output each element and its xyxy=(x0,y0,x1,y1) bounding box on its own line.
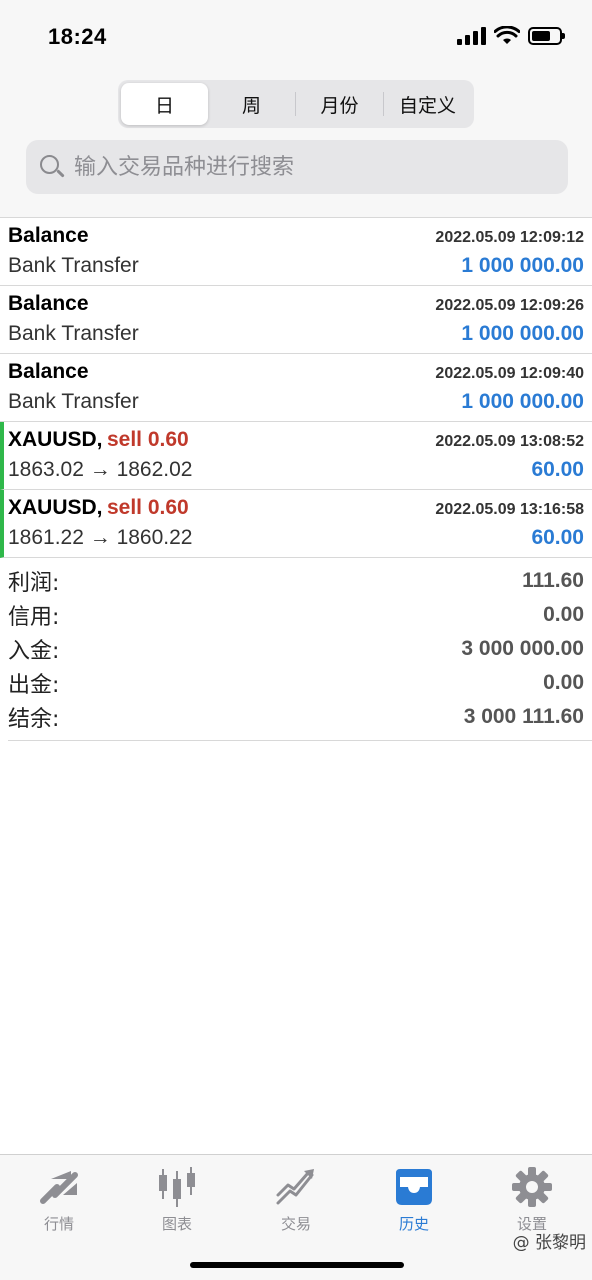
trade-symbol: XAUUSD, xyxy=(8,496,103,519)
deal-time: 2022.05.09 12:09:40 xyxy=(435,365,584,382)
status-icons xyxy=(457,26,565,46)
trade-profit: 60.00 xyxy=(531,526,584,549)
trade-profit: 60.00 xyxy=(531,458,584,481)
summary-value: 3 000 111.60 xyxy=(463,705,584,728)
deal-time: 2022.05.09 13:16:58 xyxy=(435,501,584,518)
summary-value: 111.60 xyxy=(522,569,584,592)
trade-row[interactable]: XAUUSD, sell 0.60 2022.05.09 13:08:52 18… xyxy=(0,422,592,490)
trade-symbol: XAUUSD, xyxy=(8,428,103,451)
summary-label: 信用: xyxy=(8,605,60,630)
home-indicator xyxy=(190,1262,404,1268)
tab-settings[interactable]: 设置 xyxy=(492,1165,572,1234)
segment-day[interactable]: 日 xyxy=(121,83,208,125)
candlestick-chart-icon xyxy=(159,1167,195,1207)
trade-trend-icon xyxy=(276,1169,314,1205)
segment-month[interactable]: 月份 xyxy=(296,83,383,125)
segment-custom[interactable]: 自定义 xyxy=(384,83,471,125)
summary-label: 入金: xyxy=(8,639,60,664)
tab-trade[interactable]: 交易 xyxy=(256,1165,336,1234)
summary-label: 利润: xyxy=(8,571,60,596)
summary-label: 出金: xyxy=(8,673,60,698)
search-icon xyxy=(38,153,66,181)
watermark: @ 张黎明 xyxy=(512,1233,586,1253)
tab-label: 图表 xyxy=(161,1215,192,1233)
cellular-signal-icon xyxy=(457,27,486,45)
segment-week[interactable]: 周 xyxy=(208,83,295,125)
summary-value: 3 000 000.00 xyxy=(461,637,584,660)
deal-amount: 1 000 000.00 xyxy=(461,390,584,413)
period-segmented-control: 日 周 月份 自定义 xyxy=(118,80,474,128)
trade-side-volume: sell 0.60 xyxy=(106,428,189,451)
summary-withdrawal: 出金: 0.00 xyxy=(8,666,592,700)
deal-comment: Bank Transfer xyxy=(8,390,139,413)
status-time: 18:24 xyxy=(48,24,107,49)
deal-title: Balance xyxy=(8,360,89,383)
tab-charts[interactable]: 图表 xyxy=(137,1165,217,1234)
search-input[interactable] xyxy=(74,154,534,180)
history-header: 日 周 月份 自定义 xyxy=(0,76,592,218)
deal-row[interactable]: Balance 2022.05.09 12:09:40 Bank Transfe… xyxy=(0,354,592,422)
tab-quotes[interactable]: 行情 xyxy=(19,1165,99,1234)
tab-label: 交易 xyxy=(280,1215,311,1233)
summary-credit: 信用: 0.00 xyxy=(8,598,592,632)
tab-label: 行情 xyxy=(43,1215,74,1233)
history-inbox-icon xyxy=(396,1169,432,1205)
trade-prices: 1863.02 → 1862.02 xyxy=(8,458,193,481)
deal-row[interactable]: Balance 2022.05.09 12:09:12 Bank Transfe… xyxy=(0,218,592,286)
deal-comment: Bank Transfer xyxy=(8,322,139,345)
tab-history[interactable]: 历史 xyxy=(374,1165,454,1234)
wifi-icon xyxy=(494,26,520,44)
quotes-arrows-icon xyxy=(40,1171,78,1204)
summary-deposit: 入金: 3 000 000.00 xyxy=(8,632,592,666)
deal-comment: Bank Transfer xyxy=(8,254,139,277)
search-bar[interactable] xyxy=(26,140,568,194)
summary-label: 结余: xyxy=(8,707,60,732)
deal-row[interactable]: Balance 2022.05.09 12:09:26 Bank Transfe… xyxy=(0,286,592,354)
history-summary: 利润: 111.60 信用: 0.00 入金: 3 000 000.00 出金:… xyxy=(8,564,592,734)
status-bar: 18:24 xyxy=(0,0,592,76)
deal-title: Balance xyxy=(8,292,89,315)
trade-row[interactable]: XAUUSD, sell 0.60 2022.05.09 13:16:58 18… xyxy=(0,490,592,558)
deal-amount: 1 000 000.00 xyxy=(461,322,584,345)
summary-divider xyxy=(8,740,592,741)
trade-side-volume: sell 0.60 xyxy=(106,496,189,519)
deal-title: Balance xyxy=(8,224,89,247)
summary-value: 0.00 xyxy=(543,603,584,626)
tab-label: 历史 xyxy=(398,1215,429,1233)
deal-time: 2022.05.09 12:09:26 xyxy=(435,297,584,314)
deal-amount: 1 000 000.00 xyxy=(461,254,584,277)
gear-icon xyxy=(512,1167,552,1207)
summary-value: 0.00 xyxy=(543,671,584,694)
deal-list: Balance 2022.05.09 12:09:12 Bank Transfe… xyxy=(0,218,592,558)
trade-prices: 1861.22 → 1860.22 xyxy=(8,526,193,549)
summary-profit: 利润: 111.60 xyxy=(8,564,592,598)
deal-time: 2022.05.09 12:09:12 xyxy=(435,229,584,246)
summary-balance: 结余: 3 000 111.60 xyxy=(8,700,592,734)
battery-icon xyxy=(528,27,565,45)
deal-time: 2022.05.09 13:08:52 xyxy=(435,433,584,450)
